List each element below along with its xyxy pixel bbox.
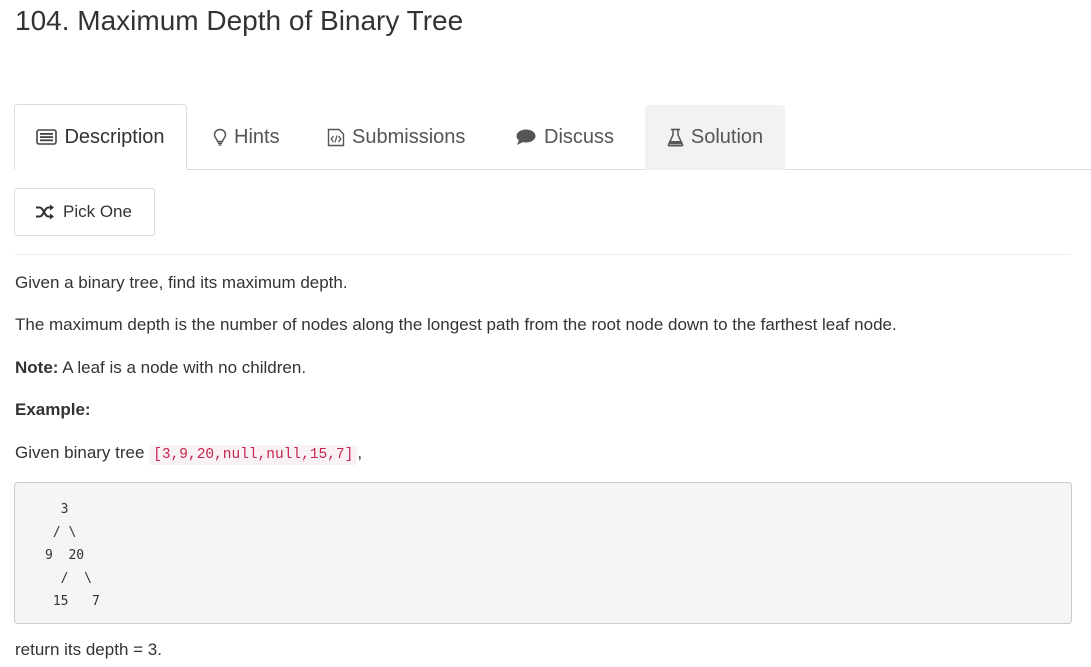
tab-description-label: Description	[64, 125, 165, 148]
description-definition: The maximum depth is the number of nodes…	[15, 315, 897, 334]
tab-discuss[interactable]: Discuss	[515, 104, 614, 170]
chat-bubble-icon	[515, 128, 537, 146]
given-prefix: Given binary tree	[15, 443, 150, 462]
note-label: Note:	[15, 358, 59, 377]
tab-hints[interactable]: Hints	[213, 104, 280, 170]
code-file-icon	[327, 128, 345, 147]
tab-description[interactable]: Description	[14, 104, 187, 170]
tab-solution-label: Solution	[690, 126, 764, 148]
given-tree-code: [3,9,20,null,null,15,7]	[149, 445, 358, 465]
example-result: return its depth = 3.	[15, 640, 162, 659]
tab-hints-label: Hints	[234, 125, 280, 148]
tab-bar: Description Hints Submissions Discuss So…	[0, 104, 1091, 170]
page-title: 104. Maximum Depth of Binary Tree	[15, 5, 464, 36]
example-given: Given binary tree [3,9,20,null,null,15,7…	[15, 442, 362, 466]
list-icon	[36, 129, 58, 145]
description-note: Note: A leaf is a node with no children.	[15, 357, 306, 379]
pick-one-button[interactable]: Pick One	[14, 188, 155, 236]
given-suffix: ,	[357, 443, 363, 462]
lightbulb-icon	[213, 128, 227, 146]
tree-example-block: 3 / \ 9 20 / \ 15 7	[14, 482, 1072, 624]
description-intro: Given a binary tree, find its maximum de…	[15, 273, 348, 292]
example-heading: Example:	[15, 400, 91, 419]
content-divider	[14, 254, 1071, 255]
tab-submissions-label: Submissions	[352, 125, 466, 148]
note-text: A leaf is a node with no children.	[58, 358, 307, 377]
flask-icon	[667, 128, 684, 147]
tab-submissions[interactable]: Submissions	[327, 104, 465, 170]
tab-solution[interactable]: Solution	[645, 105, 785, 170]
pick-one-label: Pick One	[63, 202, 132, 221]
tab-bar-divider	[186, 169, 1091, 170]
tab-discuss-label: Discuss	[544, 125, 615, 148]
shuffle-icon	[35, 204, 55, 220]
